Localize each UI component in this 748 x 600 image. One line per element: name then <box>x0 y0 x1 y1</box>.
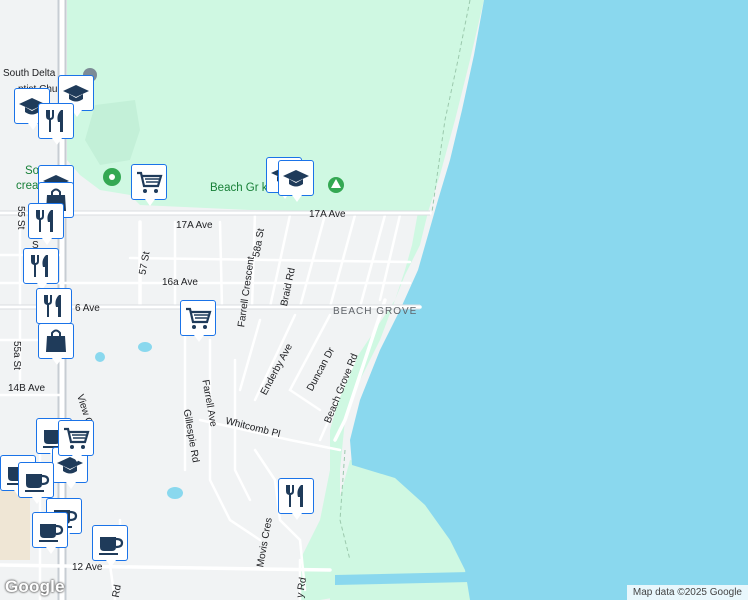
shopping-bag-icon <box>46 329 66 352</box>
street-16a-ave: 16a Ave <box>162 277 198 288</box>
pond <box>138 342 152 352</box>
poi-pin[interactable] <box>58 420 94 462</box>
school-grounds <box>0 490 30 560</box>
coffee-cup-icon <box>39 524 64 542</box>
restaurant-icon <box>286 485 303 507</box>
poi-pin[interactable] <box>278 478 314 520</box>
map-attribution[interactable]: Map data ©2025 Google <box>626 585 748 600</box>
poi-pin[interactable] <box>32 512 68 554</box>
coffee-cup-icon <box>25 474 50 492</box>
poi-pin[interactable] <box>18 462 54 504</box>
poi-pin[interactable] <box>131 164 167 206</box>
restaurant-icon <box>36 210 53 232</box>
shopping-cart-icon <box>186 307 212 329</box>
poi-pin[interactable] <box>28 203 64 245</box>
restaurant-icon <box>46 110 63 132</box>
shopping-cart-icon <box>64 427 90 449</box>
poi-pin[interactable] <box>278 160 314 202</box>
poi-pin[interactable] <box>36 288 72 330</box>
map-canvas[interactable]: South Delta ptist Chur So elta creatio n… <box>0 0 748 600</box>
street-12-ave: 12 Ave <box>72 562 103 573</box>
poi-pin[interactable] <box>23 248 59 290</box>
street-16-ave: 6 Ave <box>75 303 100 314</box>
poi-pin[interactable] <box>38 103 74 145</box>
coffee-cup-icon <box>99 537 124 555</box>
pond <box>95 352 105 362</box>
pond <box>167 487 183 499</box>
street-55a-st: 55a St <box>11 341 22 370</box>
street-14b-ave: 14B Ave <box>8 383 46 394</box>
neighbourhood-label: BEACH GROVE <box>333 306 417 317</box>
restaurant-icon <box>31 255 48 277</box>
poi-pin[interactable] <box>38 323 74 365</box>
google-logo: Google <box>5 577 65 596</box>
street-17a-ave-east: 17A Ave <box>309 209 346 220</box>
shopping-cart-icon <box>137 171 163 193</box>
street-17a-ave-west: 17A Ave <box>176 220 213 231</box>
poi-pin[interactable] <box>180 300 216 342</box>
graduation-cap-icon <box>283 170 309 187</box>
church-label: South Delta <box>3 68 56 79</box>
poi-pin[interactable] <box>92 525 128 567</box>
beach-grove-park-label: Beach Gr k <box>210 182 268 194</box>
street-55-st: 55 St <box>15 206 26 230</box>
restaurant-icon <box>44 295 61 317</box>
street-rd-bottom-1: Rd <box>111 584 124 599</box>
